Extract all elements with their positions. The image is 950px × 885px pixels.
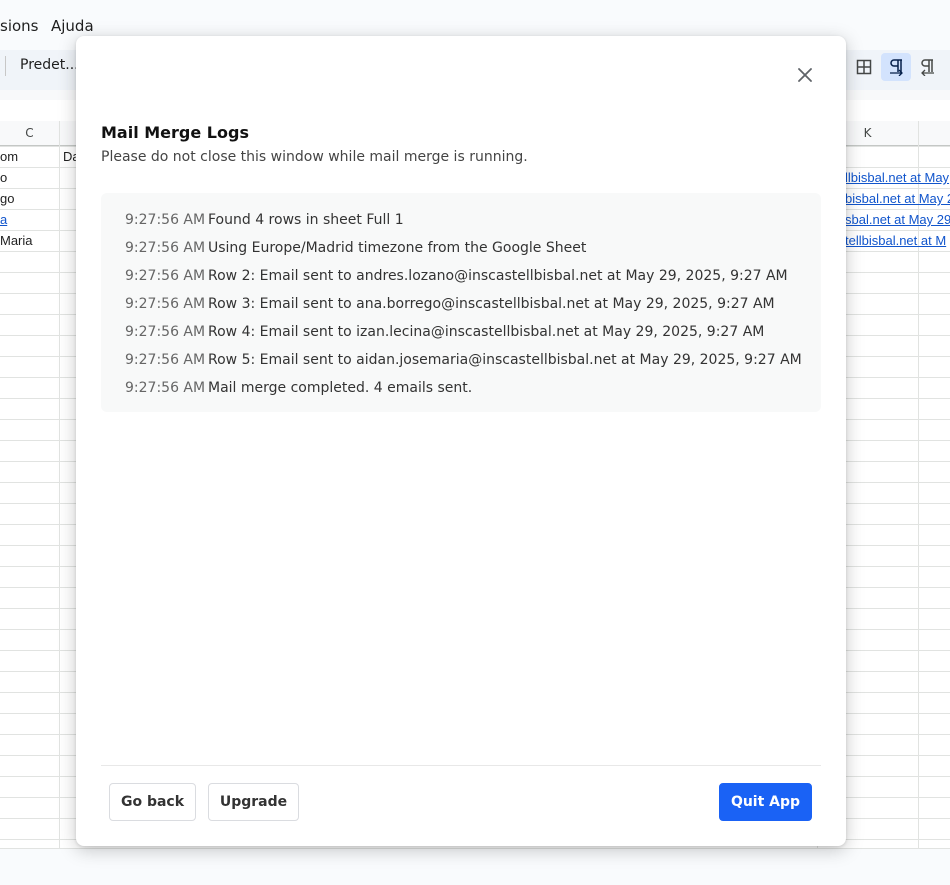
- upgrade-button[interactable]: Upgrade: [208, 783, 299, 821]
- cell-d1[interactable]: Da: [63, 146, 77, 167]
- column-header-l[interactable]: [918, 121, 950, 146]
- log-entry: 9:27:56 AM Row 4: Email sent to izan.lec…: [101, 318, 821, 346]
- cell-c5[interactable]: Maria: [0, 230, 58, 251]
- log-timestamp: 9:27:56 AM: [125, 296, 206, 312]
- cell-k2[interactable]: llbisbal.net at May: [845, 167, 950, 188]
- cell-c1[interactable]: om: [0, 146, 58, 167]
- log-message: Found 4 rows in sheet Full 1: [208, 212, 404, 228]
- log-panel: 9:27:56 AM Found 4 rows in sheet Full 1 …: [101, 193, 821, 412]
- log-entry: 9:27:56 AM Found 4 rows in sheet Full 1: [101, 206, 821, 234]
- cell-k4[interactable]: sbal.net at May 29: [845, 209, 950, 230]
- cell-c3[interactable]: go: [0, 188, 58, 209]
- log-timestamp: 9:27:56 AM: [125, 380, 206, 396]
- quit-app-button[interactable]: Quit App: [719, 783, 812, 821]
- log-message: Using Europe/Madrid timezone from the Go…: [208, 240, 587, 256]
- text-direction-rtl-icon[interactable]: [913, 53, 943, 81]
- log-message: Row 5: Email sent to aidan.josemaria@ins…: [208, 352, 802, 368]
- borders-icon[interactable]: [849, 53, 879, 81]
- column-header-c[interactable]: C: [0, 121, 59, 146]
- cell-k5[interactable]: tellbisbal.net at M: [845, 230, 950, 251]
- log-timestamp: 9:27:56 AM: [125, 240, 206, 256]
- footer-divider: [101, 765, 821, 766]
- log-entry: 9:27:56 AM Row 3: Email sent to ana.borr…: [101, 290, 821, 318]
- mail-merge-logs-dialog: Mail Merge Logs Please do not close this…: [76, 36, 846, 846]
- log-entry: 9:27:56 AM Row 5: Email sent to aidan.jo…: [101, 346, 821, 374]
- log-timestamp: 9:27:56 AM: [125, 352, 206, 368]
- close-icon: [798, 68, 812, 82]
- log-message: Row 4: Email sent to izan.lecina@inscast…: [208, 324, 765, 340]
- dialog-subtitle: Please do not close this window while ma…: [101, 149, 528, 165]
- log-message: Mail merge completed. 4 emails sent.: [208, 380, 473, 396]
- cell-k3[interactable]: bisbal.net at May 2: [845, 188, 950, 209]
- log-entry: 9:27:56 AM Mail merge completed. 4 email…: [101, 374, 821, 402]
- toolbar-divider: [5, 56, 6, 76]
- font-selector[interactable]: Predet...: [20, 57, 79, 73]
- menu-item-help[interactable]: Ajuda: [51, 17, 94, 35]
- menu-item-extensions[interactable]: sions: [0, 17, 38, 35]
- dialog-title: Mail Merge Logs: [101, 123, 249, 142]
- sheet-tabs-bar: [0, 848, 950, 885]
- text-direction-ltr-icon[interactable]: [881, 53, 911, 81]
- log-timestamp: 9:27:56 AM: [125, 212, 206, 228]
- log-timestamp: 9:27:56 AM: [125, 268, 206, 284]
- log-message: Row 2: Email sent to andres.lozano@insca…: [208, 268, 788, 284]
- log-timestamp: 9:27:56 AM: [125, 324, 206, 340]
- go-back-button[interactable]: Go back: [109, 783, 196, 821]
- cell-c2[interactable]: o: [0, 167, 58, 188]
- close-button[interactable]: [792, 62, 818, 88]
- cell-c4[interactable]: a: [0, 209, 58, 230]
- log-message: Row 3: Email sent to ana.borrego@inscast…: [208, 296, 775, 312]
- log-entry: 9:27:56 AM Row 2: Email sent to andres.l…: [101, 262, 821, 290]
- log-entry: 9:27:56 AM Using Europe/Madrid timezone …: [101, 234, 821, 262]
